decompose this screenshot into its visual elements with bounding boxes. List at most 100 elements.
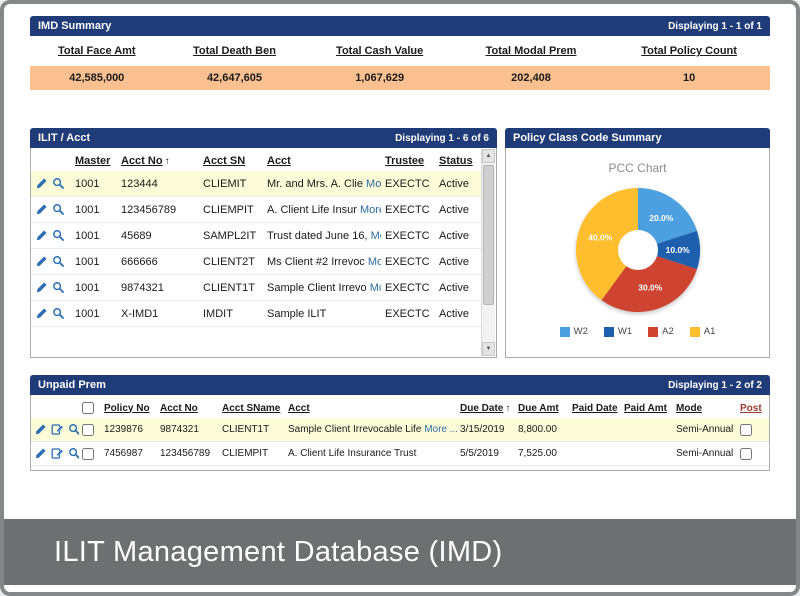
edit-icon[interactable] (35, 281, 48, 294)
row-select-checkbox[interactable] (82, 424, 94, 436)
cell-acct: Sample Client Irrevocable Life More ... (285, 418, 457, 442)
pie-slice-label: 20.0% (649, 213, 674, 223)
col-acct[interactable]: Acct (285, 395, 457, 418)
legend-swatch-icon (560, 327, 570, 337)
table-row[interactable]: 1001 123456789 CLIEMPIT A. Client Life I… (31, 197, 481, 223)
table-row[interactable]: 1001 X-IMD1 IMDIT Sample ILIT EXECTC Act… (31, 301, 481, 327)
col-master[interactable]: Master (71, 148, 117, 171)
pcc-summary-panel: Policy Class Code Summary PCC Chart 20.0… (505, 128, 770, 358)
col-due-amt[interactable]: Due Amt (515, 395, 569, 418)
table-row[interactable]: 1001 123444 CLIEMIT Mr. and Mrs. A. Clie… (31, 171, 481, 197)
search-icon[interactable] (68, 423, 79, 436)
panel-title: ILIT / Acct (38, 132, 90, 144)
cell-master: 1001 (71, 275, 117, 301)
col-acct-no[interactable]: Acct No (157, 395, 219, 418)
col-total-cash-value[interactable]: Total Cash Value (305, 36, 454, 63)
col-select (79, 395, 101, 418)
table-row[interactable]: 7456987 123456789 CLIEMPIT A. Client Lif… (31, 442, 769, 466)
cell-master: 1001 (71, 223, 117, 249)
col-post[interactable]: Post (737, 395, 769, 418)
legend-label: W1 (618, 326, 632, 337)
select-all-checkbox[interactable] (82, 402, 94, 414)
cell-due-date: 3/15/2019 (457, 418, 515, 442)
app-title-bar: ILIT Management Database (IMD) (4, 519, 796, 585)
cell-acct-sn: CLIEMIT (199, 171, 263, 197)
scroll-down-button[interactable]: ▼ (482, 342, 495, 356)
edit-note-icon[interactable] (51, 447, 64, 460)
more-link[interactable]: More ... (370, 282, 381, 294)
cell-acct-no: 666666 (117, 249, 199, 275)
search-icon[interactable] (68, 447, 79, 460)
cell-acct: Trust dated June 16, More ... (263, 223, 381, 249)
col-total-modal-prem[interactable]: Total Modal Prem (454, 36, 608, 63)
table-row[interactable]: 1239876 9874321 CLIENT1T Sample Client I… (31, 418, 769, 442)
panel-title: IMD Summary (38, 20, 111, 32)
imd-summary-table: Total Face Amt Total Death Ben Total Cas… (30, 36, 770, 90)
search-icon[interactable] (52, 229, 65, 242)
more-link[interactable]: More ... (371, 230, 381, 242)
search-icon[interactable] (52, 307, 65, 320)
scrollbar[interactable]: ▲ ▼ (481, 149, 495, 356)
post-checkbox[interactable] (740, 424, 752, 436)
col-mode[interactable]: Mode (673, 395, 737, 418)
edit-icon[interactable] (35, 229, 48, 242)
legend-item-w1: W1 (604, 326, 632, 337)
search-icon[interactable] (52, 255, 65, 268)
more-link[interactable]: More ... (368, 256, 381, 268)
col-total-face-amt[interactable]: Total Face Amt (30, 36, 164, 63)
row-select-checkbox[interactable] (82, 448, 94, 460)
cell-master: 1001 (71, 301, 117, 327)
scroll-up-button[interactable]: ▲ (482, 149, 495, 163)
search-icon[interactable] (52, 177, 65, 190)
col-acct-sname[interactable]: Acct SName (219, 395, 285, 418)
cell-master: 1001 (71, 197, 117, 223)
col-due-date[interactable]: Due Date↑ (457, 395, 515, 418)
col-acct-no[interactable]: Acct No↑ (117, 148, 199, 171)
cell-trustee: EXECTC (381, 223, 435, 249)
edit-note-icon[interactable] (51, 423, 64, 436)
table-row[interactable]: 1001 9874321 CLIENT1T Sample Client Irre… (31, 275, 481, 301)
edit-icon[interactable] (35, 307, 48, 320)
cell-acct: Ms Client #2 Irrevoc More ... (263, 249, 381, 275)
displaying-count: Displaying 1 - 2 of 2 (668, 380, 762, 391)
sort-asc-icon: ↑ (165, 156, 170, 167)
col-policy-no[interactable]: Policy No (101, 395, 157, 418)
more-link[interactable]: More ... (424, 424, 457, 435)
edit-icon[interactable] (34, 447, 47, 460)
cell-paid-date (569, 418, 621, 442)
edit-icon[interactable] (35, 177, 48, 190)
table-row[interactable]: 1001 45689 SAMPL2IT Trust dated June 16,… (31, 223, 481, 249)
col-acct[interactable]: Acct (263, 148, 381, 171)
scrollbar-thumb[interactable] (483, 165, 494, 305)
total-modal-prem: 202,408 (454, 63, 608, 90)
edit-icon[interactable] (34, 423, 47, 436)
cell-master: 1001 (71, 171, 117, 197)
col-paid-date[interactable]: Paid Date (569, 395, 621, 418)
col-trustee[interactable]: Trustee (381, 148, 435, 171)
cell-status: Active (435, 275, 481, 301)
table-row[interactable]: 1001 666666 CLIENT2T Ms Client #2 Irrevo… (31, 249, 481, 275)
edit-icon[interactable] (35, 255, 48, 268)
legend-label: W2 (574, 326, 588, 337)
cell-acct: Sample Client Irrevo More ... (263, 275, 381, 301)
search-icon[interactable] (52, 203, 65, 216)
more-link[interactable]: More ... (360, 204, 381, 216)
ilit-acct-panel: ILIT / Acct Displaying 1 - 6 of 6 Master… (30, 128, 497, 358)
col-paid-amt[interactable]: Paid Amt (621, 395, 673, 418)
more-link[interactable]: More ... (366, 178, 381, 190)
pie-slice-label: 30.0% (638, 283, 663, 293)
post-checkbox[interactable] (740, 448, 752, 460)
cell-trustee: EXECTC (381, 275, 435, 301)
total-face-amt: 42,585,000 (30, 63, 164, 90)
col-total-policy-count[interactable]: Total Policy Count (608, 36, 770, 63)
panel-title: Unpaid Prem (38, 379, 106, 391)
pcc-summary-body: PCC Chart 20.0%10.0%30.0%40.0% W2W1A2A1 (505, 148, 770, 358)
search-icon[interactable] (52, 281, 65, 294)
edit-icon[interactable] (35, 203, 48, 216)
col-acct-sn[interactable]: Acct SN (199, 148, 263, 171)
cell-acct-no: 123456789 (157, 442, 219, 466)
col-status[interactable]: Status (435, 148, 481, 171)
col-total-death-ben[interactable]: Total Death Ben (164, 36, 306, 63)
cell-status: Active (435, 197, 481, 223)
scrollbar-track[interactable] (482, 163, 495, 342)
